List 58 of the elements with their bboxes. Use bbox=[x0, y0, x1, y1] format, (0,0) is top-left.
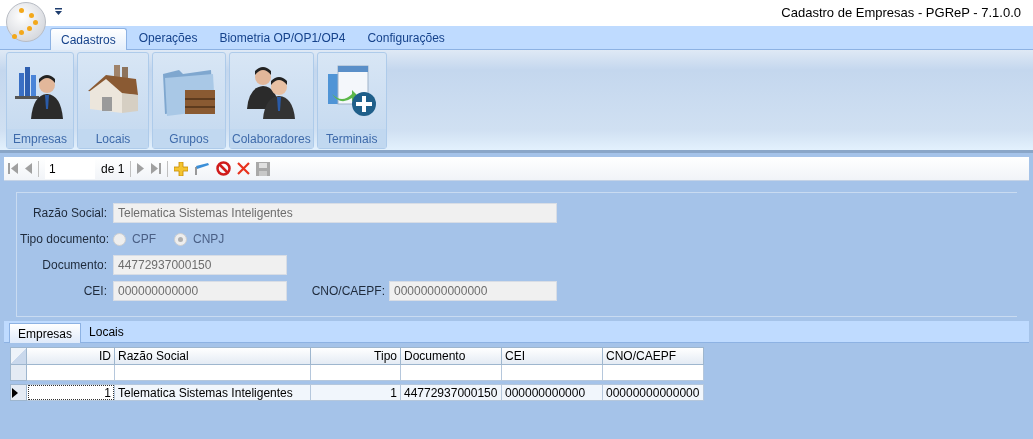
ribbon-group-label: Locais bbox=[78, 129, 148, 148]
field-label: Documento: bbox=[41, 257, 108, 274]
table-cell: 1 bbox=[311, 384, 401, 401]
field-label: Tipo documento: bbox=[19, 231, 110, 248]
record-count: de 1 bbox=[101, 160, 125, 178]
last-record-icon[interactable] bbox=[151, 163, 162, 174]
ribbon-group-label: Colaboradores bbox=[230, 129, 313, 148]
previous-record-icon[interactable] bbox=[24, 163, 32, 174]
ribbon-tab[interactable]: Operações bbox=[128, 27, 208, 49]
filter-field[interactable] bbox=[115, 365, 311, 381]
filter-field[interactable] bbox=[401, 365, 502, 381]
row-header-cell bbox=[10, 365, 27, 381]
table-cell: 000000000000 bbox=[502, 384, 603, 401]
column-header[interactable]: ID bbox=[27, 347, 115, 365]
window-title: Cadastro de Empresas - PGReP - 7.1.0.0 bbox=[781, 4, 1021, 23]
first-record-icon[interactable] bbox=[8, 163, 18, 174]
grid-corner bbox=[10, 347, 27, 365]
field-label: Razão Social: bbox=[31, 205, 108, 222]
detail-tab[interactable]: Locais bbox=[81, 322, 132, 342]
ribbon-tab[interactable]: Biometria OP/OP1/OP4 bbox=[209, 27, 356, 49]
radio-button[interactable] bbox=[113, 232, 126, 246]
field-label: CEI: bbox=[82, 283, 108, 300]
column-header[interactable]: Razão Social bbox=[115, 347, 311, 365]
table-cell: 44772937000150 bbox=[401, 384, 502, 401]
next-record-icon[interactable] bbox=[137, 163, 146, 174]
table-cell: 1 bbox=[27, 384, 115, 401]
ribbon-group-label: Empresas bbox=[7, 129, 73, 148]
cancel-icon[interactable] bbox=[216, 161, 232, 176]
table-cell: 00000000000000 bbox=[603, 384, 704, 401]
radio-button[interactable] bbox=[174, 232, 187, 246]
column-header[interactable]: Tipo bbox=[311, 347, 401, 365]
ribbon-tab[interactable]: Cadastros bbox=[50, 28, 127, 50]
app-logo-icon[interactable] bbox=[6, 2, 46, 42]
radio-option[interactable]: CNPJ bbox=[174, 230, 225, 248]
filter-field[interactable] bbox=[311, 365, 401, 381]
delete-icon[interactable] bbox=[237, 162, 251, 175]
document-add-icon bbox=[325, 64, 378, 118]
table-cell: Telematica Sistemas Inteligentes bbox=[115, 384, 311, 401]
detail-tab[interactable]: Empresas bbox=[9, 323, 82, 343]
column-header[interactable]: CEI bbox=[502, 347, 603, 365]
save-icon[interactable] bbox=[256, 161, 271, 176]
column-header[interactable]: Documento bbox=[401, 347, 502, 365]
ribbon-group-label: Grupos bbox=[153, 129, 225, 148]
filter-field[interactable] bbox=[27, 365, 115, 381]
add-icon[interactable] bbox=[174, 161, 189, 176]
field-label: CNO/CAEPF: bbox=[310, 283, 386, 300]
ribbon-group-label: Terminais bbox=[317, 129, 386, 148]
text-field[interactable]: 000000000000 bbox=[113, 281, 287, 301]
text-field[interactable]: Telematica Sistemas Inteligentes bbox=[113, 203, 557, 223]
filter-field[interactable] bbox=[502, 365, 603, 381]
column-header[interactable]: CNO/CAEPF bbox=[603, 347, 704, 365]
ribbon-tab[interactable]: Configurações bbox=[357, 27, 455, 49]
text-field[interactable]: 44772937000150 bbox=[113, 255, 287, 275]
quick-access-caret-icon[interactable] bbox=[55, 8, 62, 15]
radio-option[interactable]: CPF bbox=[113, 230, 156, 248]
pencil-icon[interactable] bbox=[194, 161, 211, 176]
text-field[interactable]: 00000000000000 bbox=[389, 281, 557, 301]
filter-field[interactable] bbox=[603, 365, 704, 381]
